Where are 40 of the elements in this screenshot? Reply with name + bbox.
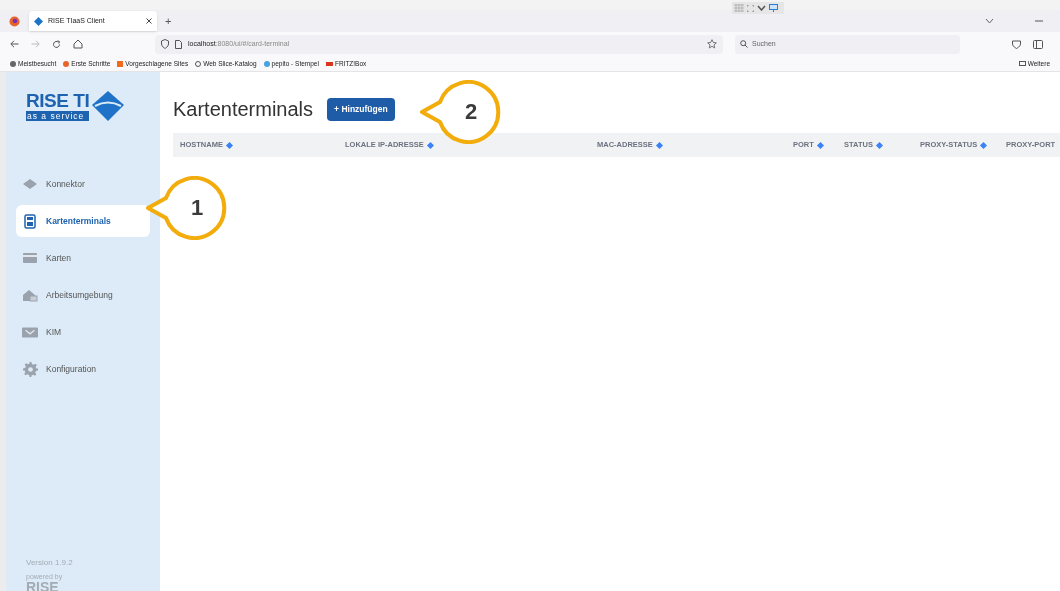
nav-item[interactable]: Konnektor [16,168,150,200]
nav-item[interactable]: Kartenterminals [16,205,150,237]
browser-logo-icon [9,15,20,27]
diamond-icon [22,178,38,190]
shield-icon [161,39,169,49]
close-icon[interactable] [146,18,152,24]
chevron-down-icon[interactable] [985,18,994,24]
sidebar-icon[interactable] [1033,39,1043,49]
page-icon [175,39,182,49]
diamond-icon [34,16,43,26]
nav-item[interactable]: Arbeitsumgebung [16,279,150,311]
new-tab-button[interactable]: + [165,12,172,30]
nav-item[interactable]: Konfiguration [16,353,150,385]
nav-item[interactable]: KIM [16,316,150,348]
logo: RISE TI as a service [26,86,138,126]
step-number: 1 [189,194,205,222]
sort-icon [816,141,824,149]
step-number: 2 [463,98,479,126]
back-icon[interactable] [10,40,19,48]
star-icon[interactable] [707,39,717,49]
sort-icon [875,141,883,149]
monitor-icon[interactable] [769,4,778,12]
search-icon [740,40,748,48]
sort-icon [980,141,988,149]
sort-icon [655,141,663,149]
sort-icon [426,141,434,149]
add-button[interactable]: + Hinzufügen [327,97,395,121]
version-text: Version 1.9.2 [26,557,74,569]
chevron-down-icon[interactable] [757,5,766,11]
home-icon[interactable] [73,39,83,49]
card-icon [23,253,37,263]
calculator-icon [24,213,36,229]
nav-item[interactable]: Karten [16,242,150,274]
workplace-icon [22,288,38,302]
pocket-icon[interactable] [1012,39,1021,49]
page-title: Kartenterminals [173,97,314,122]
gear-icon [22,361,38,377]
mail-icon [22,326,38,338]
sort-icon [225,141,233,149]
reload-icon[interactable] [52,39,61,49]
